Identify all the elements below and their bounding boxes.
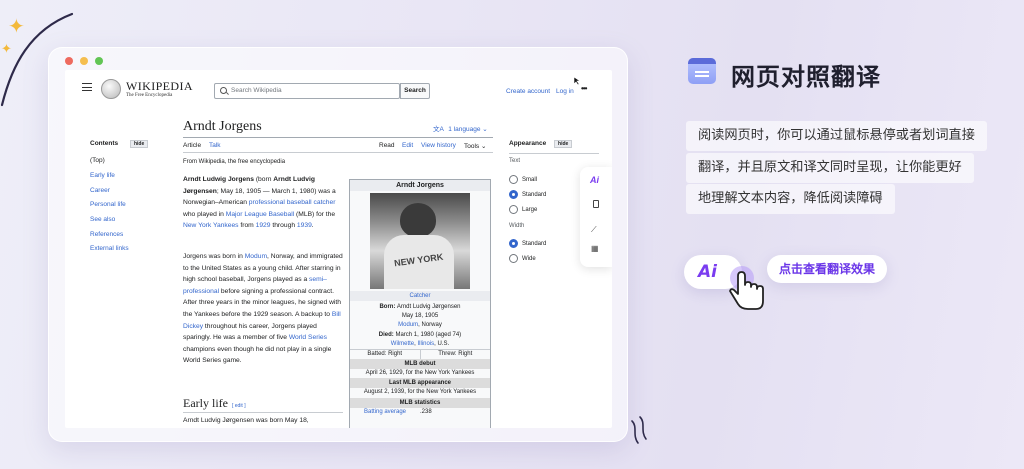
search-icon: [220, 87, 227, 94]
infobox-position[interactable]: Catcher: [350, 291, 490, 301]
wikipedia-tagline: The Free Encyclopedia: [126, 93, 173, 98]
infobox-title: Arndt Jorgens: [350, 180, 490, 191]
appearance-divider: [509, 153, 599, 154]
edit-section-link[interactable]: [ edit ]: [232, 403, 246, 409]
toc-item-early-life[interactable]: Early life: [90, 172, 115, 179]
toc-item-personal-life[interactable]: Personal life: [90, 201, 126, 208]
tabs-divider: [183, 152, 493, 153]
ai-logo-icon: Ai: [698, 262, 717, 282]
ai-translate-icon[interactable]: Ai: [590, 175, 599, 185]
toc-item-external-links[interactable]: External links: [90, 245, 129, 252]
wikipedia-globe-icon[interactable]: [101, 79, 121, 99]
feature-description-line-1: 阅读网页时，你可以通过鼠标悬停或者划词直接: [686, 121, 987, 151]
feature-description-line-3: 地理解文本内容，降低阅读障碍: [686, 184, 895, 214]
width-label: Width: [509, 223, 525, 229]
login-link[interactable]: Log in: [556, 88, 574, 95]
section-heading-early-life: Early life[ edit ]: [183, 396, 246, 410]
magic-wand-icon[interactable]: ⟋: [591, 225, 597, 235]
wikipedia-wordmark[interactable]: WIKIPEDIA: [126, 79, 193, 94]
tab-article[interactable]: Article: [183, 142, 201, 149]
search-box[interactable]: Search Wikipedia: [214, 83, 400, 99]
toc-title: Contents hide: [90, 140, 149, 148]
toc-item-career[interactable]: Career: [90, 187, 110, 194]
decorative-squiggle: [631, 416, 647, 444]
inline-link[interactable]: professional baseball: [249, 199, 312, 206]
tab-talk[interactable]: Talk: [209, 142, 221, 149]
inline-link[interactable]: World Series: [289, 334, 327, 341]
create-account-link[interactable]: Create account: [506, 88, 550, 95]
article-source-note: From Wikipedia, the free encyclopedia: [183, 159, 286, 165]
grid-icon[interactable]: ▦: [591, 244, 599, 253]
close-window-dot[interactable]: [65, 57, 73, 65]
inline-link[interactable]: Major League Baseball: [226, 211, 294, 218]
appearance-title: Appearance hide: [509, 140, 573, 148]
text-size-label: Text: [509, 158, 521, 164]
deathplace-link[interactable]: Wilmette: [391, 341, 414, 347]
extension-sidebar: Ai ⟋ ▦: [580, 167, 612, 267]
translate-icon: 文A: [433, 126, 444, 133]
sparkle-icon: ✦: [8, 14, 25, 38]
inline-link[interactable]: Modum: [245, 253, 267, 260]
tab-view-history[interactable]: View history: [421, 142, 456, 149]
search-button[interactable]: Search: [400, 83, 430, 99]
batting-average-link[interactable]: Batting average: [350, 408, 420, 417]
state-link[interactable]: Illinois: [417, 341, 434, 347]
more-options-icon[interactable]: •••: [581, 84, 587, 93]
article-paragraph-3: Arndt Ludvig Jørgensen was born May 18,: [183, 417, 309, 424]
search-input[interactable]: Search Wikipedia: [231, 87, 282, 94]
book-icon[interactable]: [593, 200, 599, 208]
toc-hide-button[interactable]: hide: [129, 140, 149, 148]
tab-edit[interactable]: Edit: [402, 142, 413, 149]
sparkle-icon: ✦: [1, 42, 12, 57]
inline-link[interactable]: 1929: [256, 222, 271, 229]
feature-title: 网页对照翻译: [731, 63, 881, 91]
chevron-down-icon: ⌄: [479, 143, 487, 150]
article-paragraph-2: Jorgens was born in Modum, Norway, and i…: [183, 253, 343, 365]
inline-link[interactable]: New York Yankees: [183, 222, 239, 229]
title-divider: [183, 137, 493, 138]
toc-item-see-also[interactable]: See also: [90, 216, 115, 223]
feature-description-line-2: 翻译，并且原文和译文同时呈现，让你能更好: [686, 153, 974, 183]
inline-link[interactable]: 1939: [297, 222, 312, 229]
radio-text-standard[interactable]: Standard: [509, 190, 546, 199]
infobox: Arndt Jorgens NEW YORK Catcher Born: Arn…: [349, 179, 491, 428]
player-photo: NEW YORK: [370, 193, 470, 289]
radio-text-small[interactable]: Small: [509, 175, 537, 184]
wikipedia-page: WIKIPEDIA The Free Encyclopedia Search W…: [65, 70, 612, 428]
radio-text-large[interactable]: Large: [509, 205, 537, 214]
web-page-icon: [688, 58, 716, 84]
appearance-hide-button[interactable]: hide: [554, 140, 573, 148]
menu-icon[interactable]: [82, 83, 92, 91]
radio-width-wide[interactable]: Wide: [509, 254, 536, 263]
maximize-window-dot[interactable]: [95, 57, 103, 65]
minimize-window-dot[interactable]: [80, 57, 88, 65]
toc-item-references[interactable]: References: [90, 231, 123, 238]
section-divider: [183, 412, 343, 413]
article-title: Arndt Jorgens: [183, 119, 262, 134]
toc-item-top[interactable]: (Top): [90, 157, 105, 164]
radio-width-standard[interactable]: Standard: [509, 239, 546, 248]
chevron-down-icon: ⌄: [482, 126, 488, 133]
birthplace-link[interactable]: Modum: [398, 322, 418, 328]
tab-read[interactable]: Read: [379, 142, 395, 149]
inline-link[interactable]: catcher: [314, 199, 336, 206]
tools-menu[interactable]: Tools ⌄: [464, 142, 486, 150]
pointer-hand-icon: [729, 266, 764, 310]
mouse-cursor-icon: [573, 76, 581, 86]
article-paragraph-1: Arndt Ludwig Jorgens (born Arndt Ludvig …: [183, 176, 336, 230]
view-translation-button[interactable]: 点击查看翻译效果: [767, 255, 888, 283]
language-button[interactable]: 文A 1 language ⌄: [433, 123, 488, 133]
